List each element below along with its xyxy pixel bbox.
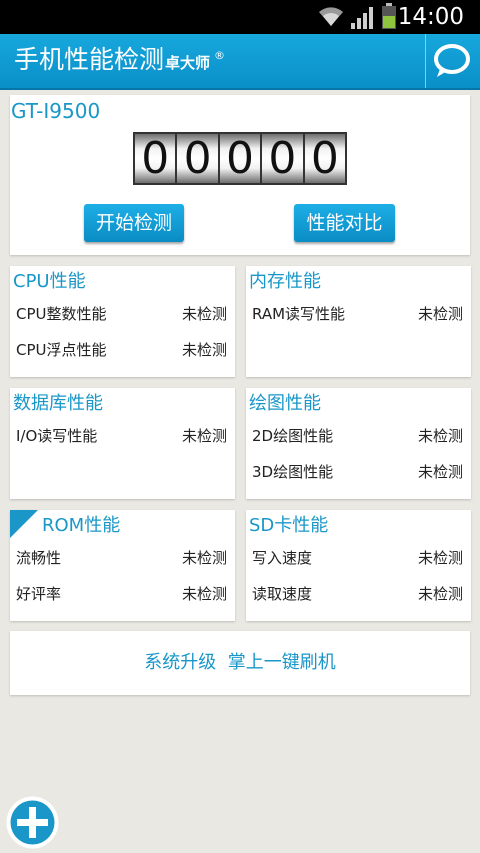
app-bar-divider [425, 34, 426, 88]
metric-row: 好评率 未检测 [16, 583, 227, 605]
app-brand: 卓大师 [165, 54, 211, 72]
metric-row: CPU浮点性能 未检测 [16, 339, 227, 361]
metric-status: 未检测 [181, 585, 227, 603]
metric-label: I/O读写性能 [16, 427, 98, 445]
metric-row: 写入速度 未检测 [252, 547, 463, 569]
database-performance-card[interactable]: 数据库性能 I/O读写性能 未检测 [10, 388, 235, 499]
corner-badge [10, 510, 38, 538]
card-title: 数据库性能 [13, 393, 103, 414]
score-digit: 0 [219, 134, 261, 183]
signal-icon [351, 7, 373, 29]
card-title: 内存性能 [249, 271, 321, 292]
metric-label: CPU浮点性能 [16, 341, 107, 359]
metric-label: 写入速度 [252, 549, 313, 567]
metric-label: CPU整数性能 [16, 305, 107, 323]
metric-row: RAM读写性能 未检测 [252, 303, 463, 325]
wifi-icon [319, 7, 343, 26]
start-test-button[interactable]: 开始检测 [84, 204, 184, 242]
metric-label: 好评率 [16, 585, 62, 603]
metric-row: 读取速度 未检测 [252, 583, 463, 605]
sd-card-performance-card[interactable]: SD卡性能 写入速度 未检测 读取速度 未检测 [246, 510, 471, 621]
metric-row: I/O读写性能 未检测 [16, 425, 227, 447]
memory-performance-card[interactable]: 内存性能 RAM读写性能 未检测 [246, 266, 471, 377]
registered-mark: ® [214, 49, 225, 62]
metric-row: 3D绘图性能 未检测 [252, 461, 463, 483]
metric-row: 2D绘图性能 未检测 [252, 425, 463, 447]
score-digit: 0 [262, 134, 303, 183]
metric-label: 3D绘图性能 [252, 463, 334, 481]
battery-icon [382, 3, 396, 29]
compare-performance-button[interactable]: 性能对比 [294, 204, 395, 242]
metric-row: 流畅性 未检测 [16, 547, 227, 569]
rom-performance-card[interactable]: ROM性能 流畅性 未检测 好评率 未检测 [10, 510, 235, 621]
metric-label: 2D绘图性能 [252, 427, 334, 445]
score-digit: 0 [135, 134, 176, 183]
metric-status: 未检测 [417, 463, 463, 481]
chat-bubble-icon[interactable] [432, 42, 472, 80]
metric-status: 未检测 [417, 427, 463, 445]
score-digit: 0 [304, 134, 346, 183]
app-title: 手机性能检测 [14, 45, 165, 74]
card-title: ROM性能 [42, 515, 121, 536]
score-counter: 0 0 0 0 0 [133, 132, 347, 185]
metric-status: 未检测 [181, 427, 227, 445]
metric-status: 未检测 [417, 585, 463, 603]
metric-status: 未检测 [417, 549, 463, 567]
system-upgrade-link[interactable]: 系统升级 掌上一键刷机 [10, 651, 470, 675]
plus-icon[interactable] [5, 795, 60, 850]
card-title: 绘图性能 [249, 393, 321, 414]
metric-status: 未检测 [417, 305, 463, 323]
device-model: GT-I9500 [11, 99, 101, 123]
card-title: CPU性能 [13, 271, 86, 292]
graphics-performance-card[interactable]: 绘图性能 2D绘图性能 未检测 3D绘图性能 未检测 [246, 388, 471, 499]
metric-label: 读取速度 [252, 585, 313, 603]
cpu-performance-card[interactable]: CPU性能 CPU整数性能 未检测 CPU浮点性能 未检测 [10, 266, 235, 377]
device-summary-card: GT-I9500 0 0 0 0 0 开始检测 性能对比 [10, 95, 470, 255]
status-time: 14:00 [397, 4, 464, 30]
metric-status: 未检测 [181, 305, 227, 323]
metric-status: 未检测 [181, 341, 227, 359]
metric-status: 未检测 [181, 549, 227, 567]
score-digit: 0 [177, 134, 218, 183]
metric-label: RAM读写性能 [252, 305, 346, 323]
metric-label: 流畅性 [16, 549, 62, 567]
metric-row: CPU整数性能 未检测 [16, 303, 227, 325]
app-bar: 手机性能检测 卓大师 ® [0, 34, 480, 90]
card-title: SD卡性能 [249, 515, 329, 536]
system-upgrade-card[interactable]: 系统升级 掌上一键刷机 [10, 631, 470, 695]
status-bar: 14:00 [0, 0, 480, 34]
